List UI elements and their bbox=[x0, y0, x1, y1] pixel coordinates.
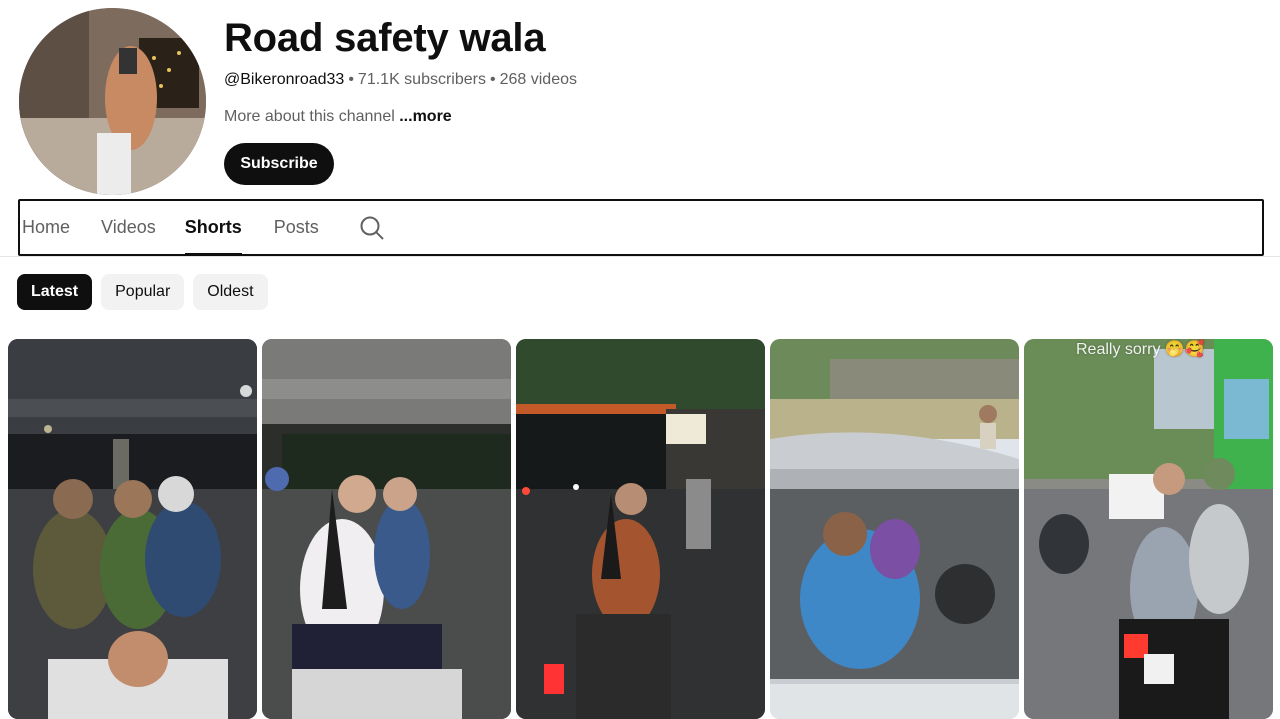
separator-dot: • bbox=[348, 71, 354, 88]
channel-handle[interactable]: @Bikeronroad33 bbox=[224, 71, 344, 88]
channel-info: Road safety wala @Bikeronroad33 • 71.1K su… bbox=[224, 14, 577, 185]
subscriber-count: 71.1K subscribers bbox=[357, 71, 486, 88]
sort-chips: Latest Popular Oldest bbox=[17, 274, 268, 310]
short-thumbnail[interactable]: Really sorry 🤭🥰 bbox=[1024, 339, 1273, 719]
tab-posts[interactable]: Posts bbox=[274, 201, 319, 254]
short-thumbnail[interactable] bbox=[8, 339, 257, 719]
about-text: More about this channel bbox=[224, 108, 395, 125]
channel-name: Road safety wala bbox=[224, 16, 546, 60]
separator-dot: • bbox=[489, 71, 496, 88]
search-icon[interactable] bbox=[359, 215, 385, 241]
header-divider bbox=[0, 256, 1280, 257]
short-thumbnail[interactable] bbox=[770, 339, 1019, 719]
subscribe-button[interactable]: Subscribe bbox=[224, 143, 334, 185]
tab-home[interactable]: Home bbox=[22, 201, 70, 254]
channel-about[interactable]: More about this channel ...more bbox=[224, 106, 577, 128]
short-thumbnail[interactable] bbox=[262, 339, 511, 719]
more-link[interactable]: ...more bbox=[399, 108, 451, 125]
chip-popular[interactable]: Popular bbox=[101, 274, 185, 310]
channel-tab-bar: Home Videos Shorts Posts bbox=[18, 199, 1264, 256]
short-overlay-caption: Really sorry 🤭🥰 bbox=[1076, 341, 1205, 358]
video-count: 268 videos bbox=[499, 71, 577, 88]
chip-latest[interactable]: Latest bbox=[17, 274, 93, 310]
tab-videos[interactable]: Videos bbox=[101, 201, 156, 254]
chip-oldest[interactable]: Oldest bbox=[193, 274, 268, 310]
short-thumbnail[interactable] bbox=[516, 339, 765, 719]
tab-shorts[interactable]: Shorts bbox=[184, 201, 242, 256]
shorts-grid: Really sorry 🤭🥰 bbox=[8, 339, 1273, 719]
channel-avatar[interactable] bbox=[19, 8, 206, 195]
channel-meta: @Bikeronroad33 • 71.1K subscribers • 268 vid… bbox=[224, 69, 577, 91]
